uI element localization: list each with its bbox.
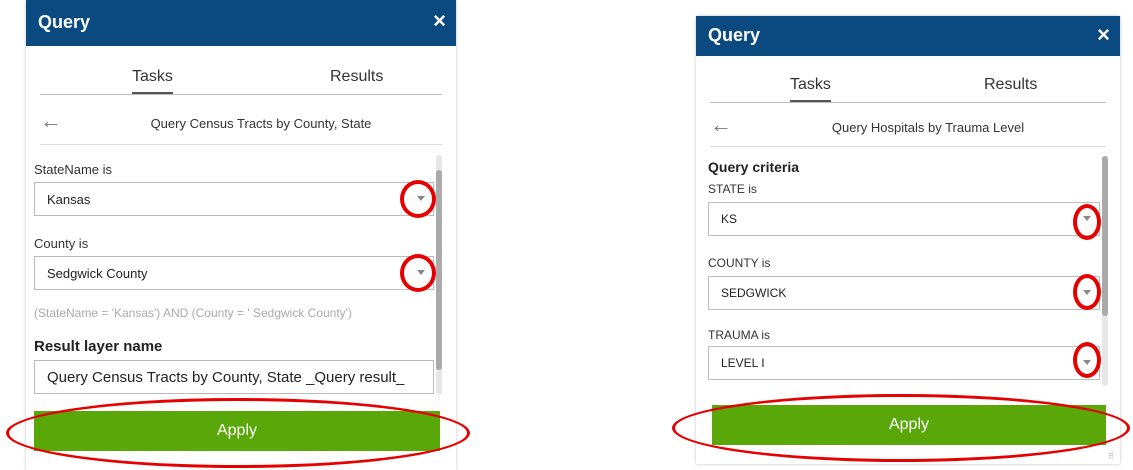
field-label-statename: StateName is: [34, 162, 113, 177]
state-value: KS: [721, 212, 738, 226]
county-value: Sedgwick County: [47, 265, 148, 281]
state-select[interactable]: KS: [708, 202, 1100, 236]
annotation-circle: [400, 180, 436, 218]
tab-results[interactable]: Results: [984, 76, 1037, 94]
task-header: ← Query Hospitals by Trauma Level: [696, 112, 1120, 146]
task-title: Query Hospitals by Trauma Level: [831, 120, 1025, 135]
back-arrow-icon[interactable]: ←: [40, 108, 62, 134]
statename-select[interactable]: Kansas: [34, 182, 434, 216]
field-label-county: County is: [34, 236, 89, 251]
close-icon[interactable]: ×: [1097, 24, 1110, 46]
result-layer-value: Query Census Tracts by County, State _Qu…: [47, 368, 405, 386]
task-title: Query Census Tracts by County, State: [150, 116, 372, 131]
panel-title: Query: [38, 12, 91, 32]
tab-tasks[interactable]: Tasks: [790, 76, 831, 102]
resize-grip-icon[interactable]: ⠿: [1108, 452, 1116, 461]
scrollbar-thumb[interactable]: [436, 170, 442, 370]
annotation-ellipse: [672, 394, 1130, 462]
county-select[interactable]: Sedgwick County: [34, 256, 434, 290]
query-expression: (StateName = 'Kansas') AND (County = ' S…: [34, 306, 352, 320]
tab-tasks[interactable]: Tasks: [132, 68, 173, 94]
tab-bar: Tasks Results: [710, 76, 1106, 103]
county-select[interactable]: SEDGWICK: [708, 276, 1100, 310]
statename-value: Kansas: [47, 191, 91, 207]
tab-results[interactable]: Results: [330, 68, 383, 86]
trauma-value: LEVEL I: [721, 356, 765, 370]
result-layer-input[interactable]: Query Census Tracts by County, State _Qu…: [34, 360, 434, 394]
tab-bar: Tasks Results: [40, 68, 442, 95]
result-layer-label: Result layer name: [34, 338, 163, 355]
county-value: SEDGWICK: [721, 286, 787, 300]
divider: [710, 146, 1106, 147]
title-bar: Query ×: [26, 0, 456, 46]
annotation-circle: [1073, 204, 1101, 240]
panel-title: Query: [708, 25, 761, 45]
field-label-trauma: TRAUMA is: [708, 328, 771, 342]
trauma-select[interactable]: LEVEL I: [708, 346, 1100, 380]
title-bar: Query ×: [696, 16, 1120, 56]
close-icon[interactable]: ×: [433, 10, 446, 32]
scrollbar-thumb[interactable]: [1102, 156, 1108, 316]
annotation-circle: [400, 254, 436, 292]
annotation-circle: [1073, 342, 1101, 378]
field-label-county: COUNTY is: [708, 256, 771, 270]
annotation-ellipse: [6, 398, 470, 468]
annotation-circle: [1073, 274, 1101, 310]
query-criteria-label: Query criteria: [708, 159, 800, 175]
field-label-state: STATE is: [708, 182, 757, 196]
back-arrow-icon[interactable]: ←: [710, 112, 732, 138]
divider: [40, 144, 442, 145]
task-header: ← Query Census Tracts by County, State: [26, 108, 456, 142]
